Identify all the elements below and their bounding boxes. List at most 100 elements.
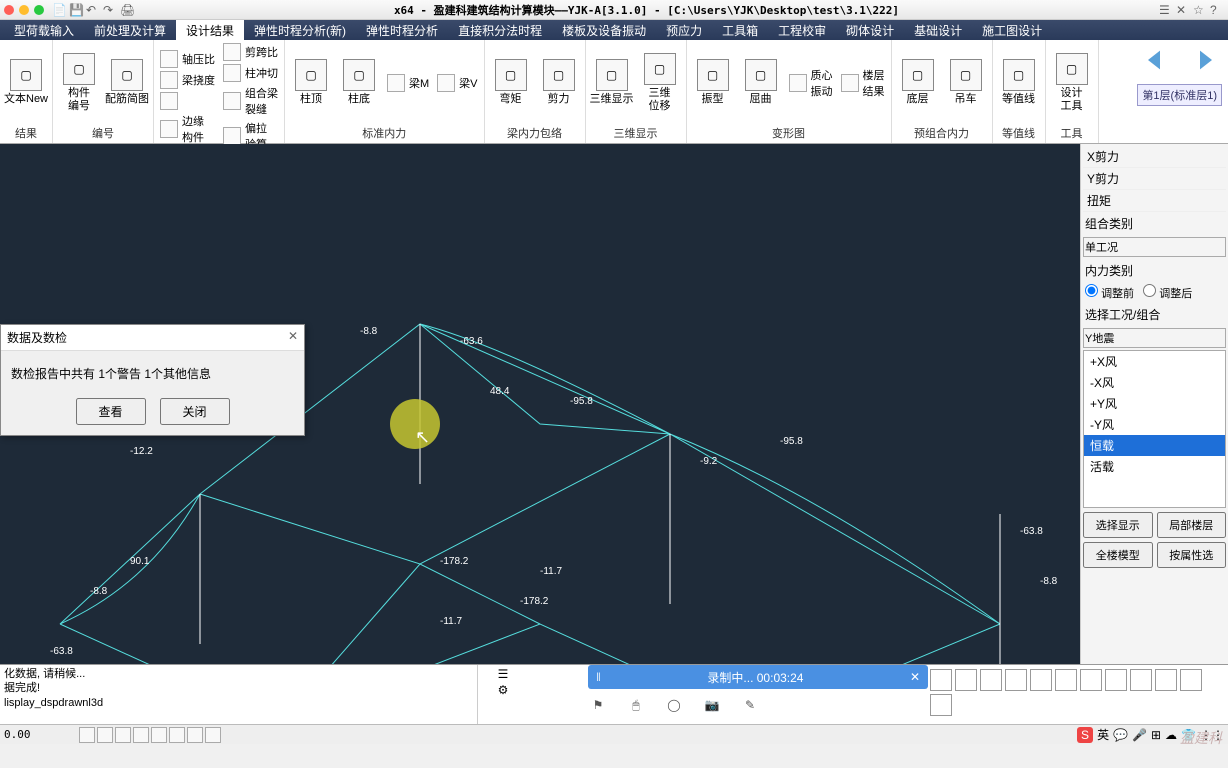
osnap-icon[interactable] — [151, 727, 167, 743]
max-window[interactable] — [34, 5, 44, 15]
otrack-icon[interactable] — [169, 727, 185, 743]
side-item-2[interactable]: 扭矩 — [1083, 190, 1226, 212]
main-tab-5[interactable]: 直接积分法时程 — [448, 20, 552, 41]
case-combo[interactable]: Y地震 — [1083, 328, 1226, 348]
flag-icon[interactable]: ⚑ — [588, 695, 608, 715]
view-grid-icon[interactable] — [1180, 669, 1202, 691]
prev-arrow-icon[interactable] — [1140, 40, 1180, 80]
main-tab-0[interactable]: 型荷载输入 — [4, 20, 84, 41]
ribbon-small-3-0-0[interactable]: 梁M — [385, 73, 431, 93]
ribbon-btn-6-0[interactable]: ▢振型 — [691, 59, 735, 105]
ribbon-btn-8-0[interactable]: ▢等值线 — [997, 59, 1041, 105]
ribbon-small-2-0-2[interactable] — [158, 91, 217, 111]
status-toggles[interactable] — [79, 727, 221, 743]
view-section-icon[interactable] — [1130, 669, 1152, 691]
ribbon-btn-5-1[interactable]: ▢三维位移 — [638, 53, 682, 111]
ribbon-small-3-1-0[interactable]: 梁V — [435, 73, 479, 93]
ortho-icon[interactable] — [115, 727, 131, 743]
cmd-gear-icon[interactable]: ⚙ — [498, 683, 509, 697]
main-tab-4[interactable]: 弹性时程分析 — [356, 20, 448, 41]
main-tab-1[interactable]: 前处理及计算 — [84, 20, 176, 41]
ribbon-btn-3-1[interactable]: ▢柱底 — [337, 59, 381, 105]
ribbon-small-6-0-0[interactable]: 质心振动 — [787, 66, 835, 100]
combo-type-select[interactable]: 单工况 — [1083, 237, 1226, 257]
recording-close-icon[interactable]: ✕ — [910, 670, 920, 684]
view-fit-icon[interactable] — [1105, 669, 1127, 691]
view-cube2-icon[interactable] — [955, 669, 977, 691]
main-tab-11[interactable]: 基础设计 — [904, 20, 972, 41]
side-item-1[interactable]: Y剪力 — [1083, 168, 1226, 190]
view-orbit-icon[interactable] — [1030, 669, 1052, 691]
case-item-1[interactable]: -X风 — [1084, 372, 1225, 393]
quick-access[interactable]: 📄💾↶↷🖨 — [52, 3, 134, 17]
dialog-view-button[interactable]: 查看 — [76, 398, 146, 425]
radio-after[interactable] — [1143, 284, 1156, 297]
view-axis-icon[interactable] — [1155, 669, 1177, 691]
snap-icon[interactable] — [79, 727, 95, 743]
grid-icon[interactable] — [97, 727, 113, 743]
ribbon-btn-0-0[interactable]: ▢文本New — [4, 59, 48, 105]
floor-selector[interactable]: 第1层(标准层1) — [1137, 84, 1222, 106]
case-item-0[interactable]: +X风 — [1084, 351, 1225, 372]
ribbon-small-2-0-3[interactable]: 边缘构件 — [158, 112, 217, 146]
ribbon-small-2-1-0[interactable]: 剪跨比 — [221, 42, 280, 62]
ribbon-btn-3-0[interactable]: ▢柱顶 — [289, 59, 333, 105]
main-tab-12[interactable]: 施工图设计 — [972, 20, 1052, 41]
main-tab-7[interactable]: 预应力 — [656, 20, 712, 41]
camera-icon[interactable]: 📷 — [702, 695, 722, 715]
radio-before-after[interactable]: 调整前 调整后 — [1083, 282, 1226, 303]
full-model-button[interactable]: 全楼模型 — [1083, 542, 1153, 568]
view-cube-icon[interactable] — [930, 669, 952, 691]
by-attr-button[interactable]: 按属性选 — [1157, 542, 1227, 568]
case-item-4[interactable]: 恒载 — [1084, 435, 1225, 456]
local-floor-button[interactable]: 局部楼层 — [1157, 512, 1227, 538]
next-arrow-icon[interactable] — [1180, 40, 1220, 80]
record-toolbar[interactable]: ⚑ 🖱 ◯ 📷 ✎ — [588, 695, 760, 715]
model-icon[interactable] — [205, 727, 221, 743]
ime-s-icon[interactable]: S — [1077, 727, 1093, 743]
ribbon-btn-7-1[interactable]: ▢吊车 — [944, 59, 988, 105]
mouse-icon[interactable]: 🖱 — [626, 695, 646, 715]
ribbon-btn-7-0[interactable]: ▢底层 — [896, 59, 940, 105]
ribbon-btn-5-0[interactable]: ▢三维显示 — [590, 59, 634, 105]
ribbon-btn-4-1[interactable]: ▢剪力 — [537, 59, 581, 105]
radio-before[interactable] — [1085, 284, 1098, 297]
case-list[interactable]: +X风-X风+Y风-Y风恒载活载 — [1083, 350, 1226, 508]
ribbon-btn-4-0[interactable]: ▢弯矩 — [489, 59, 533, 105]
ribbon-small-2-0-0[interactable]: 轴压比 — [158, 49, 217, 69]
ribbon-btn-1-1[interactable]: ▢配筋简图 — [105, 59, 149, 105]
ribbon-btn-1-0[interactable]: ▢构件编号 — [57, 53, 101, 111]
recording-bar[interactable]: ‖ 录制中... 00:03:24 ✕ — [588, 665, 928, 689]
dialog-close-button[interactable]: 关闭 — [160, 398, 230, 425]
select-display-button[interactable]: 选择显示 — [1083, 512, 1153, 538]
main-tab-9[interactable]: 工程校审 — [768, 20, 836, 41]
view-home-icon[interactable] — [980, 669, 1002, 691]
cmd-controls[interactable]: ☰ ⚙ — [478, 665, 528, 724]
ribbon-small-6-1-0[interactable]: 楼层结果 — [839, 66, 887, 100]
case-item-2[interactable]: +Y风 — [1084, 393, 1225, 414]
window-controls[interactable] — [4, 5, 44, 15]
polar-icon[interactable] — [133, 727, 149, 743]
main-tab-3[interactable]: 弹性时程分析(新) — [244, 20, 356, 41]
ribbon-btn-9-0[interactable]: ▢设计工具 — [1050, 53, 1094, 111]
dialog-close-icon[interactable]: ✕ — [288, 329, 298, 346]
view-zoom-icon[interactable] — [1080, 669, 1102, 691]
cmd-list-icon[interactable]: ☰ — [498, 667, 509, 681]
ribbon-small-2-1-1[interactable]: 柱冲切 — [221, 63, 280, 83]
pencil-icon[interactable]: ✎ — [740, 695, 760, 715]
view-toolbar[interactable] — [930, 667, 1226, 716]
view-globe-icon[interactable] — [1005, 669, 1027, 691]
main-tab-8[interactable]: 工具箱 — [712, 20, 768, 41]
ribbon-small-2-1-2[interactable]: 组合梁裂缝 — [221, 84, 280, 118]
main-tabs[interactable]: 型荷载输入前处理及计算设计结果弹性时程分析(新)弹性时程分析直接积分法时程楼板及… — [0, 20, 1228, 40]
close-window[interactable] — [4, 5, 14, 15]
ribbon-small-2-0-1[interactable]: 梁挠度 — [158, 70, 217, 90]
main-tab-6[interactable]: 楼板及设备振动 — [552, 20, 656, 41]
side-item-0[interactable]: X剪力 — [1083, 146, 1226, 168]
ribbon-btn-6-1[interactable]: ▢屈曲 — [739, 59, 783, 105]
min-window[interactable] — [19, 5, 29, 15]
main-tab-2[interactable]: 设计结果 — [176, 20, 244, 41]
titlebar-right[interactable]: ☰✕☆? — [1159, 3, 1224, 17]
case-item-5[interactable]: 活载 — [1084, 456, 1225, 477]
command-log[interactable]: 化数据, 请稍候... 据完成! lisplay_dspdrawnl3d — [0, 665, 478, 724]
